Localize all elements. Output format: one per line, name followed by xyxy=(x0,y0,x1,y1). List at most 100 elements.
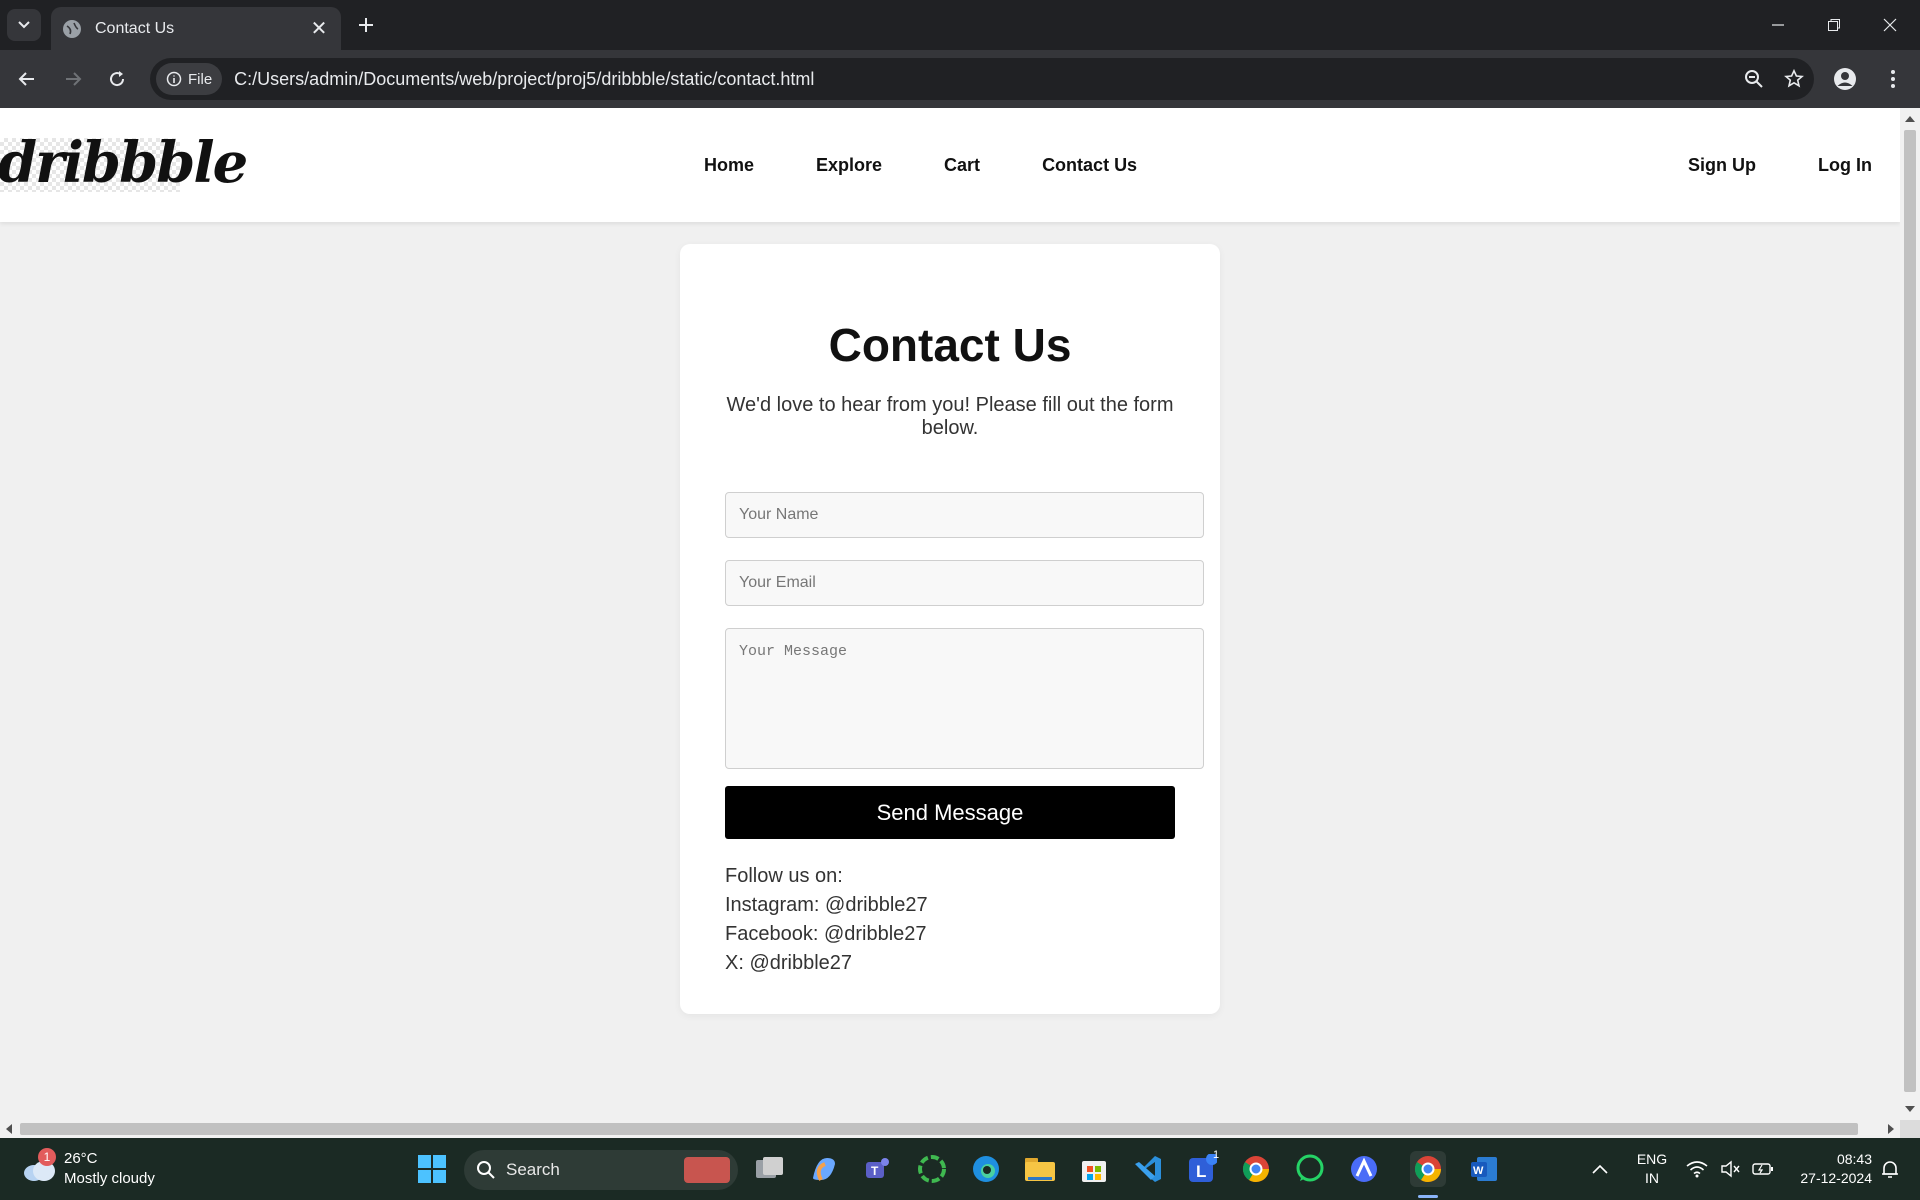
windows-start-icon[interactable] xyxy=(414,1151,450,1187)
reload-button[interactable] xyxy=(100,62,134,96)
clock-time: 08:43 xyxy=(1836,1151,1872,1167)
taskbar-search[interactable]: Search xyxy=(464,1150,738,1190)
plus-icon xyxy=(359,18,373,32)
nav-home-link[interactable]: Home xyxy=(704,155,754,176)
taskbar: 1 26°C Mostly cloudy Search T L 1 W ENG … xyxy=(0,1138,1920,1200)
word-icon[interactable]: W xyxy=(1466,1151,1502,1187)
intro-text: We'd love to hear from you! Please fill … xyxy=(726,394,1174,439)
svg-text:W: W xyxy=(1473,1165,1484,1177)
log-in-link[interactable]: Log In xyxy=(1818,155,1872,176)
facebook-handle: Facebook: @dribble27 xyxy=(725,923,927,945)
minimize-button[interactable] xyxy=(1750,0,1806,50)
arc-app-icon[interactable] xyxy=(1346,1151,1382,1187)
weather-badge: 1 xyxy=(38,1148,56,1166)
logo-text: dribbble xyxy=(0,130,248,196)
xbox-app-icon[interactable] xyxy=(914,1151,950,1187)
vertical-scrollbar[interactable] xyxy=(1900,108,1920,1120)
clock-date: 27-12-2024 xyxy=(1800,1170,1872,1186)
chrome-active-indicator xyxy=(1418,1195,1438,1198)
calendar-decoration-icon xyxy=(684,1157,730,1183)
message-textarea[interactable] xyxy=(725,628,1204,769)
app-badge: 1 xyxy=(1213,1149,1220,1161)
address-bar[interactable]: File C:/Users/admin/Documents/web/projec… xyxy=(150,58,1814,100)
back-button[interactable] xyxy=(10,62,44,96)
svg-text:T: T xyxy=(871,1164,879,1178)
globe-icon xyxy=(63,19,81,38)
reload-icon xyxy=(110,71,125,87)
restore-button[interactable] xyxy=(1806,0,1862,50)
page-viewport: dribbble Home Explore Cart Contact Us Si… xyxy=(0,108,1900,1120)
language-code: ENG xyxy=(1636,1151,1668,1167)
back-arrow-icon xyxy=(18,72,34,86)
minimize-icon xyxy=(1772,24,1784,26)
chevron-down-icon xyxy=(18,21,30,29)
whatsapp-icon[interactable] xyxy=(1292,1151,1328,1187)
close-icon[interactable]: ✕ xyxy=(309,16,329,41)
microsoft-store-icon[interactable] xyxy=(1076,1151,1112,1187)
contact-card: Contact Us We'd love to hear from you! P… xyxy=(680,244,1220,1014)
tab-search-button[interactable] xyxy=(7,9,41,41)
new-tab-button[interactable] xyxy=(352,11,380,39)
restore-icon xyxy=(1828,19,1840,31)
copilot-icon[interactable] xyxy=(806,1151,842,1187)
send-message-button[interactable]: Send Message xyxy=(725,786,1175,839)
main-nav: Home Explore Cart Contact Us xyxy=(704,108,1199,222)
horizontal-scroll-thumb[interactable] xyxy=(20,1123,1858,1135)
nav-explore-link[interactable]: Explore xyxy=(816,155,882,176)
scrollbar-corner xyxy=(1900,1120,1920,1138)
page-title: Contact Us xyxy=(828,319,1072,371)
vertical-scroll-thumb[interactable] xyxy=(1904,130,1916,1092)
chrome-icon[interactable] xyxy=(1410,1151,1446,1187)
scroll-down-arrow-icon[interactable] xyxy=(1905,1106,1915,1112)
scroll-left-arrow-icon[interactable] xyxy=(6,1124,12,1134)
learning-app-icon[interactable]: L 1 xyxy=(1184,1149,1220,1187)
horizontal-scrollbar[interactable] xyxy=(0,1120,1900,1138)
region-code: IN xyxy=(1645,1170,1659,1186)
nav-contact-link[interactable]: Contact Us xyxy=(1042,155,1137,176)
site-logo[interactable]: dribbble xyxy=(0,130,248,196)
sign-up-link[interactable]: Sign Up xyxy=(1688,155,1756,176)
teams-icon[interactable]: T xyxy=(860,1151,896,1187)
vscode-icon[interactable] xyxy=(1130,1151,1166,1187)
site-info-chip[interactable]: File xyxy=(156,63,223,95)
browser-tab-bar: Contact Us ✕ xyxy=(0,0,1920,50)
system-tray-icons[interactable] xyxy=(1686,1138,1774,1200)
info-icon xyxy=(166,71,182,87)
star-icon[interactable] xyxy=(1774,58,1814,100)
weather-widget[interactable]: 1 26°C Mostly cloudy xyxy=(22,1148,182,1192)
temperature: 26°C xyxy=(64,1150,98,1167)
chrome-profile-icon[interactable] xyxy=(1238,1151,1274,1187)
forward-button[interactable] xyxy=(56,62,90,96)
window-close-icon xyxy=(1883,18,1897,32)
scroll-up-arrow-icon[interactable] xyxy=(1905,116,1915,122)
weather-condition: Mostly cloudy xyxy=(64,1170,155,1187)
instagram-handle: Instagram: @dribble27 xyxy=(725,894,928,916)
language-indicator[interactable]: ENG IN xyxy=(1632,1138,1672,1200)
window-close-button[interactable] xyxy=(1862,0,1918,50)
social-links: Follow us on: Instagram: @dribble27 Face… xyxy=(725,862,928,978)
kebab-menu-icon[interactable] xyxy=(1876,62,1910,96)
chevron-up-icon xyxy=(1592,1164,1608,1174)
volume-muted-icon xyxy=(1721,1160,1740,1178)
notifications-icon[interactable] xyxy=(1880,1138,1900,1200)
taskbar-search-label: Search xyxy=(506,1160,560,1179)
file-chip-label: File xyxy=(188,70,213,88)
url-text[interactable]: C:/Users/admin/Documents/web/project/pro… xyxy=(234,69,1734,90)
scroll-right-arrow-icon[interactable] xyxy=(1888,1124,1894,1134)
browser-tab[interactable]: Contact Us ✕ xyxy=(51,7,341,50)
auth-nav: Sign Up Log In xyxy=(1688,108,1900,222)
email-input[interactable] xyxy=(725,560,1204,606)
profile-icon[interactable] xyxy=(1828,62,1862,96)
zoom-icon[interactable] xyxy=(1734,58,1774,100)
show-hidden-icons[interactable] xyxy=(1592,1138,1608,1200)
name-input[interactable] xyxy=(725,492,1204,538)
x-handle: X: @dribble27 xyxy=(725,952,853,974)
nav-cart-link[interactable]: Cart xyxy=(944,155,980,176)
edge-icon[interactable] xyxy=(968,1151,1004,1187)
tab-title: Contact Us xyxy=(95,19,175,37)
follow-label: Follow us on: xyxy=(725,865,843,887)
clock[interactable]: 08:43 27-12-2024 xyxy=(1780,1138,1872,1200)
task-view-icon[interactable] xyxy=(752,1151,788,1187)
file-explorer-icon[interactable] xyxy=(1022,1151,1058,1187)
site-header: dribbble Home Explore Cart Contact Us Si… xyxy=(0,108,1900,222)
